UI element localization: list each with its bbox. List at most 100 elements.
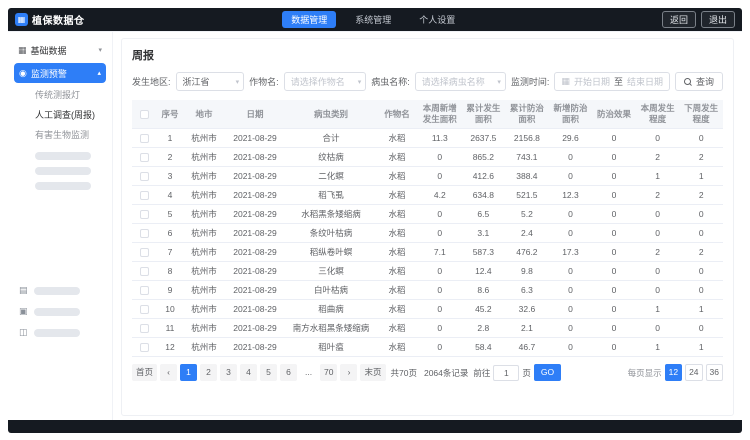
sidebar-item-redacted[interactable] [35,182,91,190]
last-page-button[interactable]: 末页 [360,364,385,381]
page-size-button[interactable]: 36 [706,364,723,381]
page-size-button[interactable]: 24 [685,364,702,381]
page-size-group: 每页显示 122436 [628,364,723,381]
sidebar-item-redacted[interactable] [35,152,91,160]
sidebar-group-label: 监测预警 [31,67,67,80]
goto-page-input[interactable] [493,365,519,381]
next-page-button[interactable]: › [340,364,357,381]
sidebar-bottom-item[interactable]: ◫ [8,322,112,343]
table-header-row: 序号地市日期病虫类别作物名本周新增发生面积累计发生面积累计防治面积新增防治面积防… [132,100,723,129]
cell-pest-name: 二化螟 [286,167,376,186]
cell-date: 2021-08-29 [224,262,286,281]
sidebar-bottom-label-redacted [34,329,80,337]
row-checkbox[interactable] [140,324,149,333]
page-number-list: 123456...70 [180,364,337,381]
sidebar-bottom-item[interactable]: ▣ [8,301,112,322]
cell-date: 2021-08-29 [224,300,286,319]
app-logo-icon: ▦ [15,13,28,26]
nav-item[interactable]: 数据管理 [282,11,336,28]
row-checkbox[interactable] [140,267,149,276]
page-button[interactable]: 70 [320,364,337,381]
sidebar-item-redacted[interactable] [35,167,91,175]
pagination-bar: 首页 ‹ 123456...70 › 末页 共70页 2064条记录 前往 页 … [132,364,723,381]
page-button[interactable]: 2 [200,364,217,381]
cell-value: 412.6 [462,167,506,186]
go-button[interactable]: GO [534,364,561,381]
cell-value: 0 [636,224,680,243]
row-checkbox[interactable] [140,153,149,162]
row-checkbox[interactable] [140,343,149,352]
cell-pest-name: 纹枯病 [286,148,376,167]
cell-value: 1 [679,167,723,186]
cell-index: 11 [156,319,184,338]
cell-value: 0 [549,281,593,300]
cell-index: 4 [156,186,184,205]
cell-value: 0 [592,281,636,300]
page-button[interactable]: 1 [180,364,197,381]
row-checkbox[interactable] [140,191,149,200]
row-checkbox[interactable] [140,248,149,257]
sidebar-item[interactable]: 人工调查(周报) [8,105,112,125]
row-checkbox[interactable] [140,134,149,143]
table-row: 1杭州市2021-08-29合计水稻11.32637.52156.829.600… [132,129,723,148]
cell-value: 2 [679,243,723,262]
page-button[interactable]: 6 [280,364,297,381]
sidebar-group-item[interactable]: ▦基础数据▾ [8,39,112,61]
cell-value: 2.4 [505,224,549,243]
row-checkbox[interactable] [140,305,149,314]
cell-date: 2021-08-29 [224,224,286,243]
cell-value: 587.3 [462,243,506,262]
region-select[interactable]: 浙江省 ▾ [176,72,245,91]
crop-select[interactable]: 请选择作物名 ▾ [284,72,367,91]
cell-city: 杭州市 [184,129,224,148]
nav-item[interactable]: 系统管理 [346,11,400,28]
date-range-picker[interactable]: ▦ 开始日期 至 结束日期 [554,72,670,91]
column-header: 病虫类别 [286,100,376,129]
row-checkbox[interactable] [140,210,149,219]
select-all-checkbox[interactable] [140,110,149,119]
list-icon: ▤ [19,285,28,296]
back-button[interactable]: 返回 [662,11,696,28]
row-checkbox[interactable] [140,172,149,181]
filter-bar: 发生地区: 浙江省 ▾ 作物名: 请选择作物名 ▾ 病虫名称: 请选择病虫名称 … [132,72,723,91]
prev-page-button[interactable]: ‹ [160,364,177,381]
cell-value: 0 [592,129,636,148]
sidebar-item[interactable]: 传统测报灯 [8,85,112,105]
cell-value: 2.1 [505,319,549,338]
page-button[interactable]: 5 [260,364,277,381]
cell-date: 2021-08-29 [224,319,286,338]
page-button[interactable]: 4 [240,364,257,381]
page-button[interactable]: 3 [220,364,237,381]
cell-value: 0 [549,262,593,281]
cell-value: 0 [592,319,636,338]
row-checkbox[interactable] [140,229,149,238]
row-checkbox-cell [132,186,156,205]
cell-value: 0 [592,243,636,262]
cell-value: 0 [549,148,593,167]
cell-index: 2 [156,148,184,167]
more-pages-button[interactable]: ... [300,364,317,381]
content-area: ▦基础数据▾◉监测预警▴ 传统测报灯人工调查(周报)有害生物监测 ▤▣◫ 周报 … [8,31,742,420]
cell-value: 2156.8 [505,129,549,148]
cell-value: 388.4 [505,167,549,186]
nav-item[interactable]: 个人设置 [410,11,464,28]
sidebar-item[interactable]: 有害生物监测 [8,125,112,145]
logout-button[interactable]: 退出 [701,11,735,28]
cell-crop-name: 水稻 [376,338,418,357]
row-checkbox-cell [132,205,156,224]
cell-value: 2 [679,186,723,205]
sidebar-group-active[interactable]: ◉监测预警▴ [14,63,106,83]
crop-label: 作物名: [249,75,279,88]
cell-value: 0 [679,205,723,224]
cell-pest-name: 稻叶瘟 [286,338,376,357]
pest-select[interactable]: 请选择病虫名称 ▾ [415,72,506,91]
column-header: 作物名 [376,100,418,129]
search-button[interactable]: 查询 [675,72,723,91]
cell-value: 0 [418,338,462,357]
page-size-button[interactable]: 12 [665,364,682,381]
row-checkbox[interactable] [140,286,149,295]
cell-crop-name: 水稻 [376,167,418,186]
cell-value: 2 [679,148,723,167]
sidebar-bottom-item[interactable]: ▤ [8,280,112,301]
first-page-button[interactable]: 首页 [132,364,157,381]
